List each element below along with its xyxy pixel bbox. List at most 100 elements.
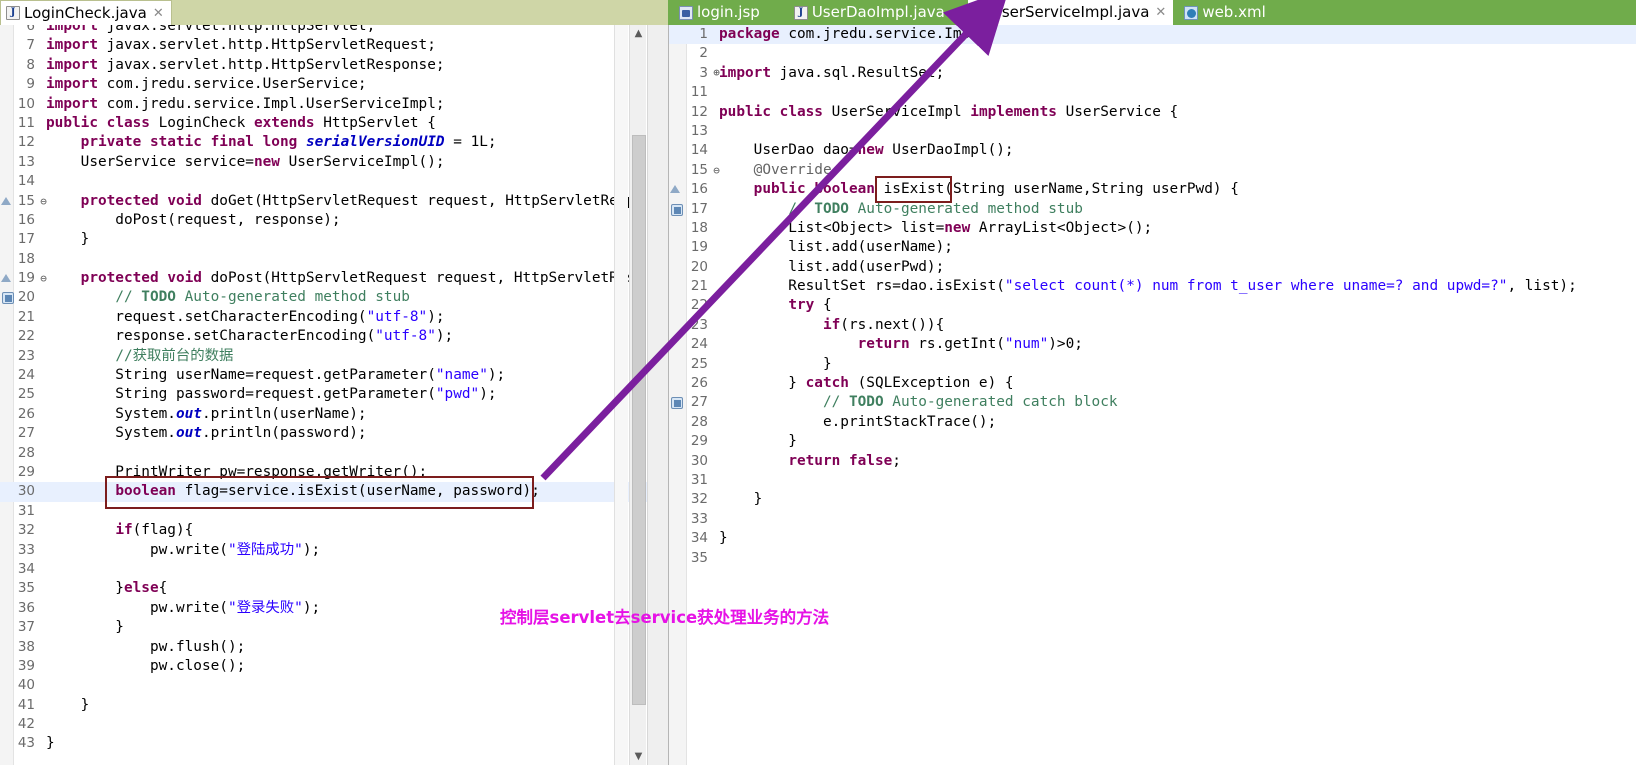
code-line[interactable]: 9 import com.jredu.service.UserService; [0, 75, 668, 94]
code-line[interactable]: 33 pw.write("登陆成功"); [0, 541, 668, 560]
code-line[interactable]: 43} [0, 734, 668, 753]
code-line[interactable]: 13 UserService service=new UserServiceIm… [0, 153, 668, 172]
code-line[interactable]: 13 [669, 122, 1636, 141]
code-line[interactable]: 32 } [669, 490, 1636, 509]
tab-userserviceimpl-java[interactable]: J UserServiceImpl.java ✕ [967, 0, 1174, 25]
right-code-editor[interactable]: 1 package com.jredu.service.Impl; 2 3 ⊕ impor… [668, 25, 1636, 765]
code-line[interactable]: 8 import javax.servlet.http.HttpServletRe… [0, 56, 668, 75]
code-line[interactable]: 25 String password=request.getParameter(… [0, 385, 668, 404]
code-text: doPost(request, response); [46, 211, 341, 228]
code-line[interactable]: 31 [669, 471, 1636, 490]
code-line[interactable]: 11 [669, 83, 1636, 102]
code-line[interactable]: 28 [0, 444, 668, 463]
code-line[interactable]: 26 } catch (SQLException e) { [669, 374, 1636, 393]
code-line[interactable]: 15 ⊖ protected void doGet(HttpServletRequ… [0, 192, 668, 211]
line-number: 21 [690, 278, 708, 295]
code-line[interactable]: 26 System.out.println(userName); [0, 405, 668, 424]
code-line[interactable]: 22 response.setCharacterEncoding("utf-8"… [0, 327, 668, 346]
code-text: // TODO Auto-generated method stub [788, 200, 1083, 217]
code-line[interactable]: 35 [669, 549, 1636, 568]
line-number: 11 [17, 114, 35, 131]
code-line[interactable]: 19 list.add(userName); [669, 238, 1636, 257]
code-text: request.setCharacterEncoding("utf-8"); [46, 308, 445, 325]
code-line[interactable]: 22 try { [669, 296, 1636, 315]
code-line[interactable]: 27 // TODO Auto-generated catch block [669, 393, 1636, 412]
xml-file-icon [1184, 5, 1199, 20]
code-line[interactable]: 19 ⊖ protected void doPost(HttpServletReq… [0, 269, 668, 288]
code-line[interactable]: 23 //获取前台的数据 [0, 347, 668, 366]
tab-login-jsp[interactable]: login.jsp [674, 0, 767, 25]
line-number: 21 [17, 308, 35, 325]
line-number: 15 [690, 161, 708, 178]
code-line[interactable]: 29 } [669, 432, 1636, 451]
code-line[interactable]: 10 import com.jredu.service.Impl.UserServ… [0, 95, 668, 114]
code-line[interactable]: 35 }else{ [0, 579, 668, 598]
code-line[interactable]: 15 ⊖ @Override [669, 161, 1636, 180]
code-line[interactable]: 42 [0, 715, 668, 734]
java-file-icon: J [6, 6, 20, 20]
scroll-down-icon[interactable]: ▼ [630, 748, 647, 765]
code-line[interactable]: 30 return false; [669, 452, 1636, 471]
tab-userdaoimpl-java[interactable]: J UserDaoImpl.java [789, 0, 952, 25]
override-marker-icon [670, 185, 680, 194]
code-line[interactable]: 6 import javax.servlet.http.HttpServlet; [0, 25, 668, 36]
tab-label: UserServiceImpl.java [990, 3, 1150, 21]
task-marker-icon[interactable] [671, 397, 683, 410]
code-line[interactable]: 32 if(flag){ [0, 521, 668, 540]
code-line[interactable]: 11 public class LoginCheck extends HttpSe… [0, 114, 668, 133]
code-line[interactable]: 34} [669, 529, 1636, 548]
code-line[interactable]: 36 pw.write("登录失败"); [0, 599, 668, 618]
code-line[interactable]: 24 return rs.getInt("num")>0; [669, 335, 1636, 354]
right-code-area[interactable]: 1 package com.jredu.service.Impl; 2 3 ⊕ impor… [669, 25, 1636, 765]
tab-web-xml[interactable]: web.xml [1179, 0, 1272, 25]
code-line[interactable]: 18 [0, 250, 668, 269]
code-line[interactable]: 29 PrintWriter pw=response.getWriter(); [0, 463, 668, 482]
code-line[interactable]: 24 String userName=request.getParameter(… [0, 366, 668, 385]
code-line[interactable]: 20 // TODO Auto-generated method stub [0, 288, 668, 307]
close-icon[interactable]: ✕ [1155, 6, 1166, 19]
left-overview-ruler[interactable] [614, 25, 628, 765]
line-number: 36 [17, 599, 35, 616]
code-line[interactable]: 14 UserDao dao=new UserDaoImpl(); [669, 141, 1636, 160]
code-line[interactable]: 41 } [0, 696, 668, 715]
code-line[interactable]: 20 list.add(userPwd); [669, 258, 1636, 277]
left-code-area[interactable]: 6 import javax.servlet.http.HttpServlet; 7… [0, 25, 668, 765]
code-line[interactable]: 23 if(rs.next()){ [669, 316, 1636, 335]
code-line[interactable]: 31 [0, 502, 668, 521]
code-line[interactable]: 12 public class UserServiceImpl implement… [669, 103, 1636, 122]
code-line[interactable]: 18 List<Object> list=new ArrayList<Objec… [669, 219, 1636, 238]
code-line[interactable]: 12 private static final long serialVersi… [0, 133, 668, 152]
code-text: String userName=request.getParameter("na… [46, 367, 506, 384]
code-line[interactable]: 16 public boolean isExist(String userNam… [669, 180, 1636, 199]
scrollbar-thumb[interactable] [632, 135, 646, 705]
close-icon[interactable]: ✕ [153, 7, 164, 20]
code-line[interactable]: 25 } [669, 355, 1636, 374]
code-line[interactable]: 21 request.setCharacterEncoding("utf-8")… [0, 308, 668, 327]
left-vertical-scrollbar[interactable]: ▲ ▼ [629, 25, 646, 765]
code-line[interactable]: 27 System.out.println(password); [0, 424, 668, 443]
code-line[interactable]: 16 doPost(request, response); [0, 211, 668, 230]
code-line[interactable]: 17 // TODO Auto-generated method stub [669, 200, 1636, 219]
code-line[interactable]: 34 [0, 560, 668, 579]
code-line[interactable]: 39 pw.close(); [0, 657, 668, 676]
code-text: pw.write("登陆成功"); [46, 541, 321, 558]
code-line[interactable]: 21 ResultSet rs=dao.isExist("select coun… [669, 277, 1636, 296]
code-line[interactable]: 14 [0, 172, 668, 191]
code-line[interactable]: 30 boolean flag=service.isExist(userName… [0, 482, 668, 502]
code-line[interactable]: 33 [669, 510, 1636, 529]
code-line[interactable]: 17 } [0, 230, 668, 249]
code-line[interactable]: 3 ⊕ import java.sql.ResultSet; [669, 64, 1636, 83]
task-marker-icon[interactable] [671, 203, 683, 216]
code-line[interactable]: 2 [669, 44, 1636, 63]
code-line[interactable]: 40 [0, 676, 668, 695]
code-line[interactable]: 7 import javax.servlet.http.HttpServletRe… [0, 36, 668, 55]
code-line[interactable]: 1 package com.jredu.service.Impl; [669, 25, 1636, 45]
line-number: 24 [690, 336, 708, 353]
code-line[interactable]: 38 pw.flush(); [0, 638, 668, 657]
code-line[interactable]: 28 e.printStackTrace(); [669, 413, 1636, 432]
code-line[interactable]: 37 } [0, 618, 668, 637]
task-marker-icon[interactable] [2, 292, 14, 305]
scroll-up-icon[interactable]: ▲ [630, 25, 647, 42]
left-code-editor[interactable]: 6 import javax.servlet.http.HttpServlet; 7… [0, 25, 668, 765]
tab-logincheck-java[interactable]: J LoginCheck.java ✕ [0, 0, 172, 25]
